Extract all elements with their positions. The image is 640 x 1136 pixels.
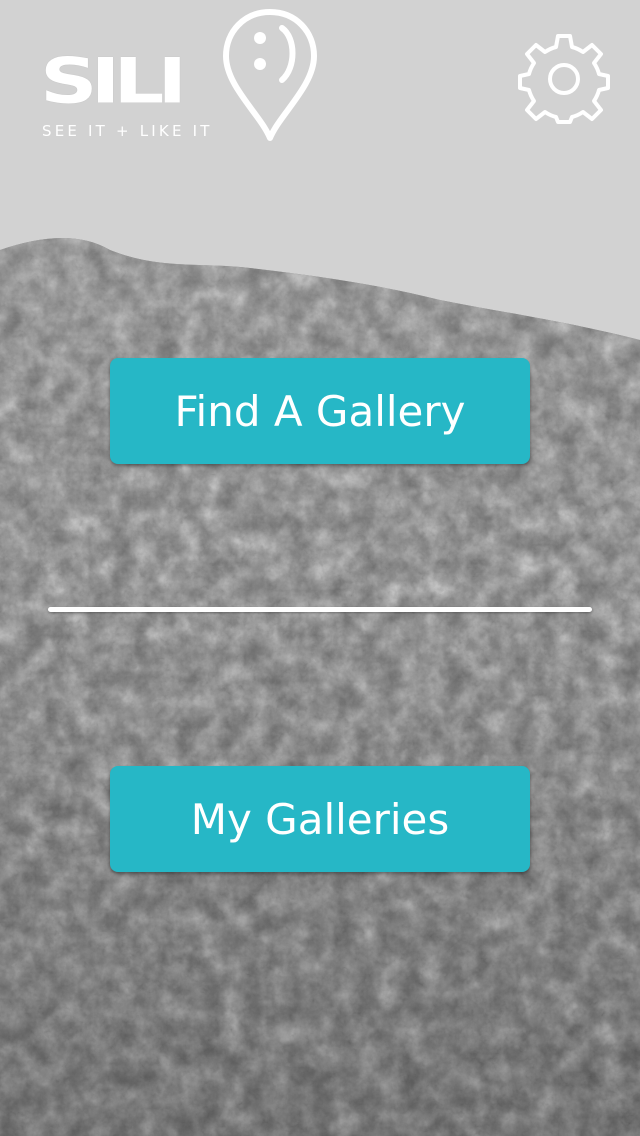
gear-icon[interactable] (518, 32, 610, 124)
logo-wordmark: SILI (40, 44, 187, 118)
background-fractal-image (0, 0, 640, 1136)
my-galleries-button[interactable]: My Galleries (110, 766, 530, 872)
logo-tagline: SEE IT + LIKE IT (42, 122, 213, 140)
find-gallery-button[interactable]: Find A Gallery (110, 358, 530, 464)
map-pin-smiley-icon (223, 9, 317, 141)
divider (48, 607, 592, 612)
app-logo: SILI SEE IT + LIKE IT (38, 6, 328, 146)
